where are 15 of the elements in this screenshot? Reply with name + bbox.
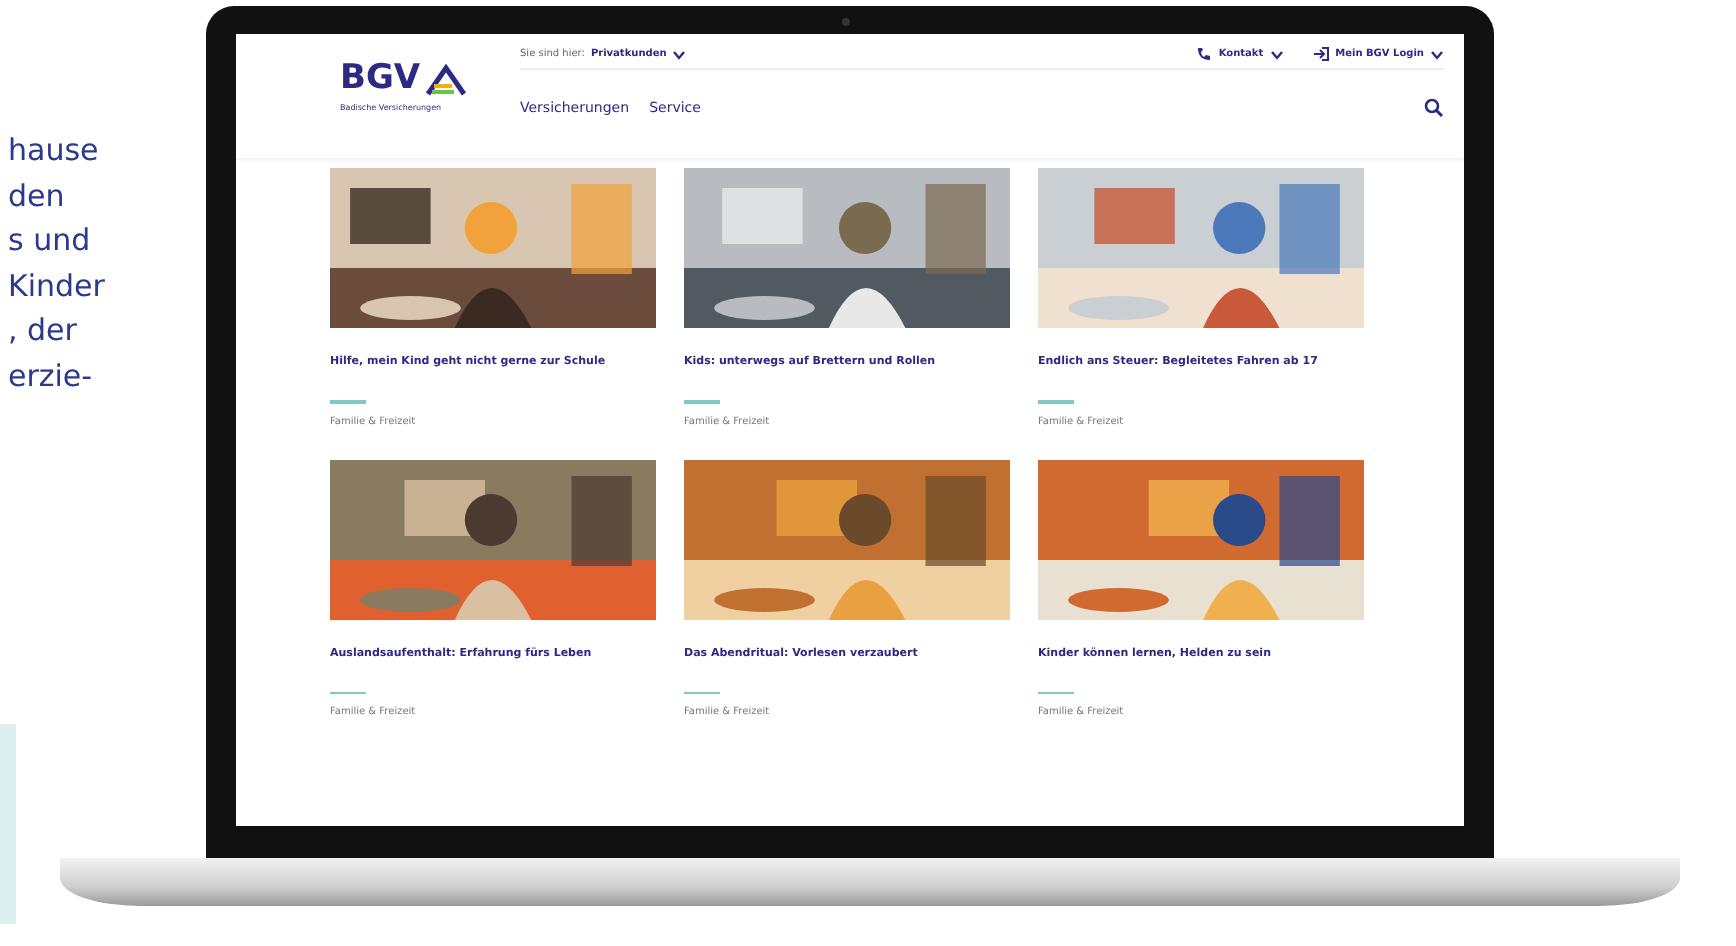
search-icon[interactable]	[1424, 98, 1444, 118]
text-line: den	[8, 175, 67, 217]
text-line: hause	[8, 130, 101, 172]
logo-text: BGV	[340, 62, 421, 96]
chevron-icon	[1269, 49, 1284, 59]
text-line: , der	[8, 310, 79, 352]
logo-mark-icon	[424, 64, 469, 96]
camera-dot	[842, 18, 850, 26]
text-line: erzie-	[8, 355, 95, 397]
login-icon	[1311, 46, 1330, 62]
text-line: s und	[8, 220, 93, 262]
chevron-icon	[672, 49, 687, 59]
phone-icon	[1196, 46, 1213, 62]
chevron-icon	[1430, 49, 1444, 59]
text-line: Kinder	[8, 265, 107, 307]
